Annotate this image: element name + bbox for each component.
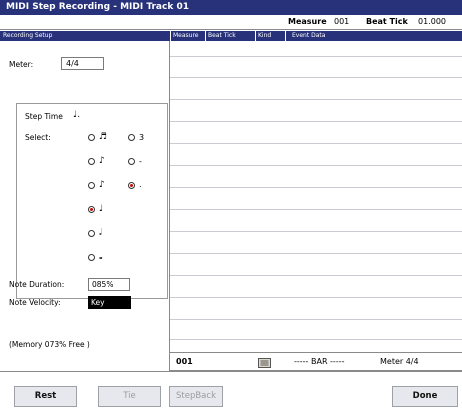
list-row-divider (170, 231, 462, 232)
thirty-second-note-icon: ♬ (99, 132, 108, 142)
measure-label: Measure (288, 17, 327, 26)
step-time-group: Step Time ♩. Select: ♬ ♪ ♪ ♩ 𝅗𝅥 𝅝 3 - . (16, 103, 168, 299)
beat-tick-value: 01.000 (418, 17, 446, 26)
meter-field[interactable]: 4/4 (61, 57, 104, 70)
modifier-radio-dotted[interactable] (128, 182, 135, 189)
current-event-data: ----- BAR ----- (294, 357, 345, 366)
current-event-row[interactable]: 001 ----- BAR ----- Meter 4/4 (170, 352, 462, 371)
note-duration-label: Note Duration: (9, 280, 65, 289)
window-title: MIDI Step Recording - MIDI Track 01 (0, 0, 462, 15)
quarter-note-icon: ♩ (99, 204, 104, 214)
rest-button[interactable]: Rest (14, 386, 77, 407)
sixteenth-note-icon: ♪ (99, 156, 105, 166)
list-row-divider (170, 121, 462, 122)
whole-note-icon: 𝅝 (99, 252, 103, 262)
note-radio-quarter[interactable] (88, 206, 95, 213)
list-row-divider (170, 187, 462, 188)
tie-button[interactable]: Tie (98, 386, 161, 407)
done-button[interactable]: Done (392, 386, 458, 407)
select-label: Select: (25, 133, 51, 142)
note-radio-half[interactable] (88, 230, 95, 237)
position-bar: Measure 001 Beat Tick 01.000 (0, 15, 462, 30)
list-row-divider (170, 143, 462, 144)
list-row-divider (170, 56, 462, 57)
list-row-divider (170, 253, 462, 254)
stepback-button[interactable]: StepBack (169, 386, 223, 407)
column-measure: Measure (170, 31, 205, 41)
note-velocity-label: Note Velocity: (9, 298, 61, 307)
current-measure: 001 (176, 357, 193, 366)
note-radio-whole[interactable] (88, 254, 95, 261)
list-header: Recording Setup Measure Beat Tick Kind E… (0, 31, 462, 41)
eighth-note-icon: ♪ (99, 180, 105, 190)
memory-status: (Memory 073% Free ) (9, 340, 90, 349)
note-radio-16th[interactable] (88, 158, 95, 165)
normal-modifier-label: - (139, 157, 142, 166)
note-duration-field[interactable]: 085% (88, 278, 130, 291)
list-row-divider (170, 319, 462, 320)
recording-setup-panel: Meter: 4/4 Step Time ♩. Select: ♬ ♪ ♪ ♩ … (0, 41, 170, 371)
column-kind: Kind (255, 31, 285, 41)
beat-tick-label: Beat Tick (366, 17, 408, 26)
current-meter: Meter 4/4 (380, 357, 419, 366)
column-event-data: Event Data (285, 31, 462, 41)
dotted-modifier-label: . (139, 180, 142, 189)
list-row-divider (170, 99, 462, 100)
event-list[interactable] (170, 41, 462, 351)
half-note-icon: 𝅗𝅥 (99, 228, 102, 238)
list-row-divider (170, 339, 462, 340)
recording-setup-header: Recording Setup (3, 32, 53, 39)
note-velocity-field[interactable]: Key (88, 296, 131, 309)
modifier-radio-triplet[interactable] (128, 134, 135, 141)
list-row-divider (170, 165, 462, 166)
list-row-divider (170, 77, 462, 78)
step-time-label: Step Time (25, 112, 63, 121)
list-row-divider (170, 209, 462, 210)
column-beat-tick: Beat Tick (205, 31, 255, 41)
step-time-value: ♩. (73, 110, 81, 120)
modifier-radio-normal[interactable] (128, 158, 135, 165)
note-radio-32nd[interactable] (88, 134, 95, 141)
list-row-divider (170, 297, 462, 298)
measure-value: 001 (334, 17, 350, 26)
note-radio-8th[interactable] (88, 182, 95, 189)
list-row-divider (170, 275, 462, 276)
button-bar: Rest Tie StepBack Done (0, 371, 462, 410)
event-list-icon (258, 357, 271, 368)
meter-label: Meter: (9, 60, 34, 69)
triplet-modifier-label: 3 (139, 133, 145, 142)
